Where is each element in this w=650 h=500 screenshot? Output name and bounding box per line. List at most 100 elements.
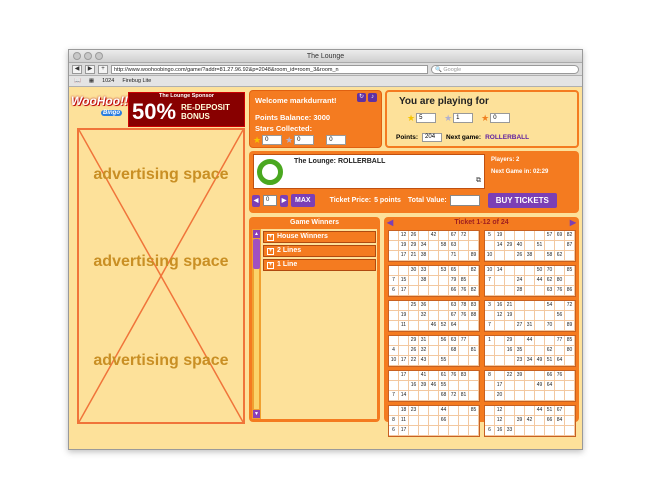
bookmarks-book-icon[interactable]: 📖	[74, 78, 81, 84]
window-title: The Lounge	[306, 53, 345, 60]
ticket-cell	[389, 241, 399, 251]
star-prize: 0	[490, 113, 511, 123]
ticket-cell: 46	[429, 321, 439, 331]
winner-category-row[interactable]: + House Winners	[263, 231, 376, 243]
total-value-field	[449, 195, 480, 206]
woohoo-logo[interactable]: WooHoo!! Bingo	[69, 92, 128, 124]
refresh-icon[interactable]: ↻	[357, 93, 366, 102]
add-bookmark-button[interactable]: +	[98, 64, 108, 74]
scroll-thumb[interactable]	[253, 239, 260, 269]
ticket-cell	[459, 251, 469, 261]
ticket-cell	[555, 426, 565, 436]
bookmark-item[interactable]: 1024	[102, 78, 114, 84]
ticket-cell	[429, 266, 439, 276]
star-prize: 5	[416, 113, 437, 123]
ticket-cell: 81	[469, 346, 479, 356]
ticket-cell	[545, 391, 555, 401]
winner-category-row[interactable]: +2 Lines	[263, 245, 376, 257]
ticket-cell	[545, 311, 555, 321]
expand-icon[interactable]: ⧉	[476, 177, 481, 185]
ticket-cell: 44	[525, 336, 535, 346]
ticket-cell: 27	[515, 321, 525, 331]
bingo-ticket: 12 44 51 67 12 39 42 66 84 6 16 33	[484, 405, 576, 437]
ticket-cell	[399, 336, 409, 346]
silver-star-icon: ★	[285, 135, 294, 145]
ticket-cell: 66	[439, 416, 449, 426]
ticket-cell: 8	[389, 416, 399, 426]
forward-button[interactable]: ▶	[85, 64, 95, 74]
zoom-window-button[interactable]	[95, 52, 103, 60]
winners-scrollbar[interactable]: ▲ ▼	[252, 229, 261, 419]
bingo-ticket: 1 29 44 77 85 16 35 62 80 23 34 49 51 64	[484, 335, 576, 367]
ticket-cell	[429, 426, 439, 436]
expand-plus-icon: +	[267, 248, 274, 255]
ticket-cell	[429, 301, 439, 311]
points-balance: Points Balance: 3000	[255, 113, 331, 122]
address-bar[interactable]: http://www.woohoobingo.com/game/?addr=81…	[111, 64, 428, 74]
ticket-cell: 83	[459, 371, 469, 381]
ticket-cell: 56	[555, 311, 565, 321]
ticket-cell	[565, 356, 575, 366]
ticket-cell: 10	[485, 251, 495, 261]
ticket-cell: 62	[545, 276, 555, 286]
ticket-cell: 63	[545, 286, 555, 296]
ticket-cell	[469, 356, 479, 366]
ticket-cell: 6	[389, 286, 399, 296]
ticket-cell: 56	[439, 336, 449, 346]
buy-tickets-button[interactable]: BUY TICKETS	[487, 193, 557, 208]
max-button[interactable]: MAX	[291, 194, 315, 207]
ticket-price-value: 5 points	[374, 197, 401, 204]
ticket-cell	[525, 391, 535, 401]
back-button[interactable]: ◀	[72, 64, 82, 74]
prev-tickets-icon[interactable]: ◀	[387, 218, 393, 227]
ticket-cell: 67	[449, 311, 459, 321]
ticket-cell	[525, 231, 535, 241]
ticket-cell	[459, 241, 469, 251]
room-panel: The Lounge: ROLLERBALL ⧉ Players: 2 Next…	[249, 151, 579, 213]
increase-arrow-icon[interactable]: ▶	[280, 194, 288, 207]
grid-icon[interactable]: ▦	[89, 78, 94, 84]
search-field[interactable]: 🔍 Google	[431, 64, 579, 74]
ticket-cell: 50	[535, 266, 545, 276]
ticket-cell: 17	[495, 381, 505, 391]
ticket-cell: 89	[469, 251, 479, 261]
winner-category-row[interactable]: +1 Line	[263, 259, 376, 271]
ticket-cell: 29	[505, 241, 515, 251]
ticket-cell: 51	[535, 241, 545, 251]
ticket-cell	[505, 286, 515, 296]
window-controls	[73, 52, 103, 60]
ticket-cell	[449, 426, 459, 436]
decrease-arrow-icon[interactable]: ◀	[252, 194, 260, 207]
ticket-cell: 76	[555, 286, 565, 296]
minimize-window-button[interactable]	[84, 52, 92, 60]
ticket-cell	[485, 416, 495, 426]
room-window: The Lounge: ROLLERBALL ⧉	[253, 154, 485, 189]
speaker-icon[interactable]: ♪	[368, 93, 377, 102]
search-placeholder: Google	[443, 66, 462, 73]
ticket-cell: 58	[439, 241, 449, 251]
ticket-cell: 84	[555, 416, 565, 426]
ticket-cell	[429, 371, 439, 381]
ticket-cell: 29	[505, 336, 515, 346]
ticket-cell	[399, 346, 409, 356]
next-tickets-icon[interactable]: ▶	[570, 218, 576, 227]
ticket-cell	[429, 416, 439, 426]
sponsor-banner[interactable]: The Lounge Sponsor 50% RE-DEPOSIT BONUS	[128, 92, 245, 127]
scroll-up-icon[interactable]: ▲	[253, 230, 260, 238]
ticket-cell	[419, 406, 429, 416]
scroll-down-icon[interactable]: ▼	[253, 410, 260, 418]
ticket-cell	[429, 391, 439, 401]
ticket-cell: 79	[449, 276, 459, 286]
ticket-cell: 34	[419, 241, 429, 251]
ticket-quantity-input[interactable]: 0	[263, 195, 277, 206]
bookmark-item[interactable]: Firebug Lite	[122, 78, 151, 84]
ticket-cell: 87	[565, 241, 575, 251]
expand-plus-icon: +	[267, 234, 274, 241]
ticket-cell: 63	[449, 241, 459, 251]
close-window-button[interactable]	[73, 52, 81, 60]
ticket-cell	[409, 286, 419, 296]
ticket-cell	[469, 336, 479, 346]
ticket-cell	[515, 266, 525, 276]
ticket-cell	[409, 426, 419, 436]
ticket-cell: 66	[545, 371, 555, 381]
